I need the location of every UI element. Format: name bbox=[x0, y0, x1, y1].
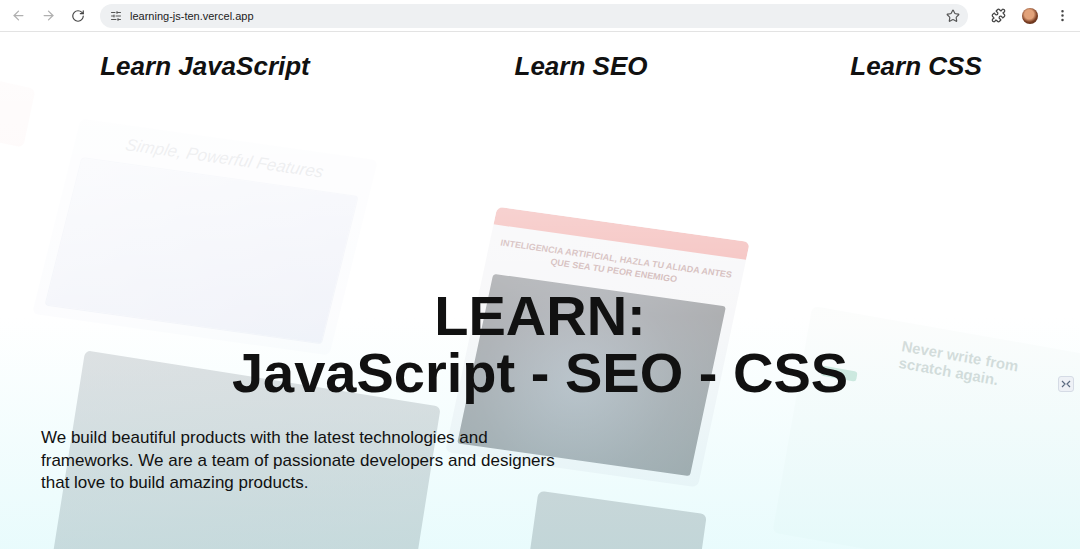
extensions-button[interactable] bbox=[986, 4, 1010, 28]
menu-button[interactable] bbox=[1050, 4, 1074, 28]
reload-icon bbox=[71, 9, 85, 23]
edge-widget[interactable] bbox=[1058, 376, 1074, 392]
page-content: Simple, Powerful FeaturesINTELIGENCIA AR… bbox=[0, 32, 1080, 549]
nav-link[interactable]: Learn SEO bbox=[515, 50, 648, 82]
top-nav: Learn JavaScript Learn SEO Learn CSS bbox=[0, 32, 1080, 82]
profile-avatar[interactable] bbox=[1022, 8, 1038, 24]
site-info-icon[interactable] bbox=[110, 10, 122, 22]
nav-link[interactable]: Learn JavaScript bbox=[100, 50, 310, 82]
hero: LEARN:JavaScript - SEO - CSS We build bea… bbox=[0, 287, 1080, 495]
collapse-icon bbox=[1061, 380, 1071, 388]
arrow-right-icon bbox=[41, 8, 56, 23]
hero-subtitle-line: JavaScript - SEO - CSS bbox=[232, 344, 848, 401]
forward-button[interactable] bbox=[36, 4, 60, 28]
arrow-left-icon bbox=[11, 8, 26, 23]
star-icon[interactable] bbox=[946, 9, 960, 23]
address-bar[interactable]: learning-js-ten.vercel.app bbox=[100, 4, 968, 28]
url-text: learning-js-ten.vercel.app bbox=[130, 10, 938, 22]
hero-description: We build beautiful products with the lat… bbox=[41, 427, 566, 495]
back-button[interactable] bbox=[6, 4, 30, 28]
browser-window: learning-js-ten.vercel.app Simple, Powerf… bbox=[0, 0, 1080, 549]
hero-title: LEARN:JavaScript - SEO - CSS bbox=[0, 287, 1080, 401]
browser-toolbar: learning-js-ten.vercel.app bbox=[0, 0, 1080, 32]
puzzle-icon bbox=[991, 8, 1006, 23]
nav-link[interactable]: Learn CSS bbox=[850, 50, 982, 82]
more-icon bbox=[1055, 8, 1070, 23]
hero-title-line: LEARN: bbox=[434, 287, 646, 344]
reload-button[interactable] bbox=[66, 4, 90, 28]
